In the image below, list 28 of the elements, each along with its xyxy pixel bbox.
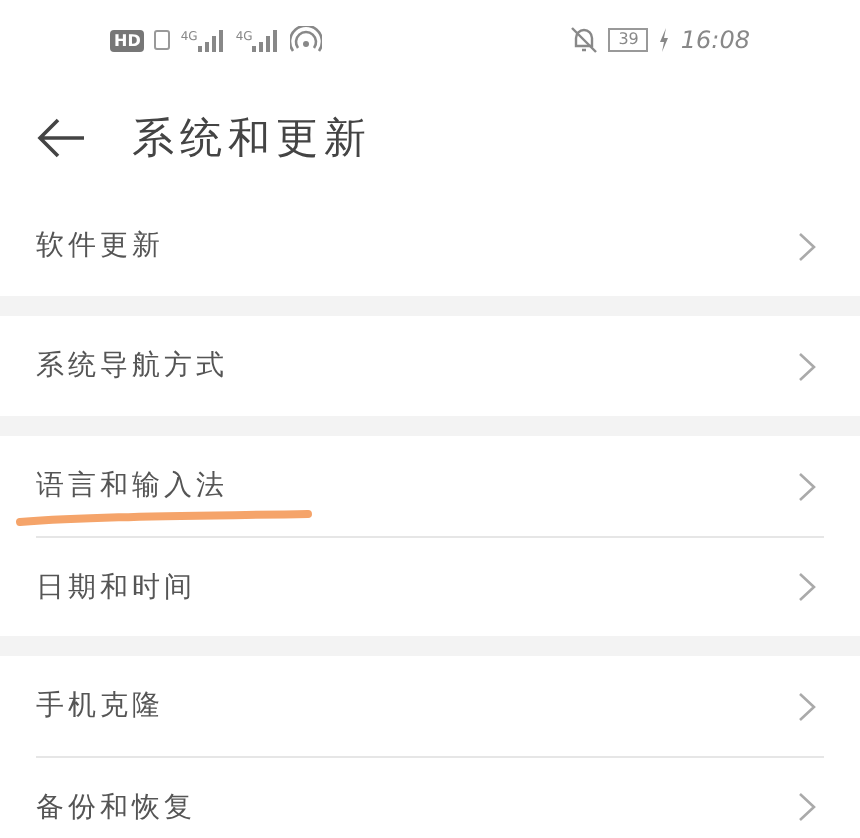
settings-item[interactable]: 语言和输入法 xyxy=(36,436,824,536)
chevron-icon xyxy=(798,792,816,822)
item-label: 系统导航方式 xyxy=(36,348,228,384)
signal-icon xyxy=(252,29,281,51)
signal-icon xyxy=(197,29,226,51)
chevron-icon xyxy=(798,231,816,261)
sim-icon xyxy=(154,30,171,50)
chevron-icon xyxy=(798,351,816,381)
item-label: 日期和时间 xyxy=(36,569,196,605)
settings-item[interactable]: 手机克隆 xyxy=(36,656,824,756)
back-arrow-icon[interactable] xyxy=(36,116,88,160)
chevron-icon xyxy=(798,572,816,602)
chevron-icon xyxy=(798,691,816,721)
settings-item[interactable]: 系统导航方式 xyxy=(36,316,824,416)
page-title: 系统和更新 xyxy=(132,112,372,166)
hd-badge: HD xyxy=(110,29,145,51)
bell-off-icon xyxy=(570,26,599,54)
item-label: 软件更新 xyxy=(36,228,164,264)
battery-indicator: 39 xyxy=(608,28,649,52)
item-label: 手机克隆 xyxy=(36,688,164,724)
settings-item[interactable]: 备份和恢复 xyxy=(36,756,824,838)
charging-icon xyxy=(658,28,671,52)
clock-time: 16:08 xyxy=(680,26,750,54)
hotspot-icon xyxy=(290,26,323,54)
chevron-icon xyxy=(798,471,816,501)
settings-item[interactable]: 软件更新 xyxy=(36,196,824,296)
item-label: 语言和输入法 xyxy=(36,468,228,504)
item-label: 备份和恢复 xyxy=(36,789,196,825)
